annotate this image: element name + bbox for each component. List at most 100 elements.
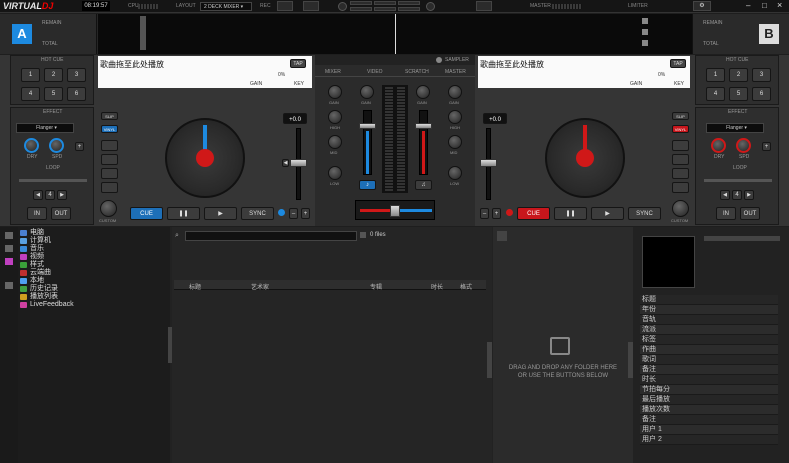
deck-a-pitch-fader-cap[interactable]	[290, 159, 307, 167]
deck-a-cue-button[interactable]: CUE	[130, 207, 163, 220]
list-collapse-handle[interactable]	[487, 342, 492, 378]
deck-b-vinyl-button[interactable]: VINYL	[672, 125, 689, 133]
info-rating-bar[interactable]	[704, 236, 780, 241]
tree-item-cloud[interactable]: 云端曲	[18, 269, 170, 277]
broadcast-icon[interactable]	[476, 1, 492, 11]
deck-b-side-btn-4[interactable]	[672, 182, 689, 193]
deck-a-pause-button[interactable]: ❚❚	[167, 207, 200, 220]
deck-a-out-button[interactable]: OUT	[51, 207, 71, 220]
mixer-a-gain-knob[interactable]	[328, 85, 342, 99]
column-header-artist[interactable]: 艺术家	[251, 282, 269, 291]
deck-b-sync-button[interactable]: SYNC	[628, 207, 661, 220]
mixer-b-headphone-button[interactable]: ♫	[415, 180, 432, 190]
deck-b-tap-button[interactable]: TAP	[670, 59, 686, 68]
crossfader-b-icon[interactable]	[426, 2, 435, 11]
deck-b-pad-2[interactable]: 2	[729, 68, 748, 82]
layout-bar-5[interactable]	[374, 7, 396, 11]
mixer-tab-master[interactable]: MASTER	[445, 69, 466, 75]
mixer-a-low-knob[interactable]	[328, 166, 342, 180]
deck-b-loop-size[interactable]: 4	[732, 190, 742, 200]
crossfader-cap[interactable]	[390, 205, 400, 217]
deck-b-loop-prev[interactable]: ◀	[720, 190, 730, 200]
deck-b-effect-select[interactable]: Flanger ▾	[706, 123, 764, 133]
mixer-a-channel-gain-knob[interactable]	[360, 85, 374, 99]
search-options-icon[interactable]	[360, 232, 366, 238]
tree-item-computer[interactable]: 电脑	[18, 229, 170, 237]
deck-a-pad-2[interactable]: 2	[44, 68, 63, 82]
mixer-b-volume-cap[interactable]	[415, 123, 432, 129]
deck-b-pad-1[interactable]: 1	[706, 68, 725, 82]
mixer-tab-video[interactable]: VIDEO	[367, 69, 383, 75]
mixer-a-volume-fader[interactable]	[363, 110, 372, 175]
mixer-b-mid-knob[interactable]	[448, 135, 462, 149]
tree-item-video[interactable]: 视频	[18, 253, 170, 261]
sideview-icon[interactable]	[497, 231, 507, 241]
folder-icon[interactable]	[5, 245, 13, 252]
column-header-album[interactable]: 专辑	[370, 282, 382, 291]
mixer-tab-scratch[interactable]: SCRATCH	[405, 69, 429, 75]
minimize-icon[interactable]: –	[746, 1, 750, 10]
maximize-icon[interactable]: □	[762, 1, 767, 10]
deck-b-side-btn-1[interactable]	[672, 140, 689, 151]
waveform-zoom-in-icon[interactable]	[642, 18, 648, 24]
deck-a-loop-prev[interactable]: ◀	[33, 190, 43, 200]
tree-item-pc[interactable]: 计算机	[18, 237, 170, 245]
filter-icon[interactable]	[5, 258, 13, 265]
deck-a-play-button[interactable]: ▶	[204, 207, 237, 220]
settings-gear-icon[interactable]: ⚙	[693, 1, 711, 11]
layout-bar-3[interactable]	[398, 1, 420, 5]
deck-a-vinyl-button[interactable]: VINYL	[101, 125, 118, 133]
column-header-format[interactable]: 格式	[460, 282, 472, 291]
mixer-a-volume-cap[interactable]	[359, 123, 376, 129]
tree-item-local[interactable]: 本地	[18, 277, 170, 285]
deck-a-pitch-minus[interactable]: –	[289, 208, 298, 219]
waveform-zoom-icon[interactable]	[642, 29, 648, 35]
deck-b-side-btn-3[interactable]	[672, 168, 689, 179]
deck-a-fx-add-button[interactable]: +	[75, 142, 84, 151]
deck-b-pitch-plus[interactable]: +	[492, 208, 501, 219]
deck-a-fx-knob-1[interactable]	[24, 138, 39, 153]
deck-a-tap-button[interactable]: TAP	[290, 59, 306, 68]
mixer-a-headphone-button[interactable]: ♪	[359, 180, 376, 190]
layout-bar-2[interactable]	[374, 1, 396, 5]
deck-b-slip-button[interactable]: SLIP	[672, 112, 689, 120]
waveform-zoom-out-icon[interactable]	[642, 40, 648, 46]
deck-b-fx-knob-1[interactable]	[711, 138, 726, 153]
deck-a-fx-knob-2[interactable]	[49, 138, 64, 153]
layout-select[interactable]: 2 DECK MIXER ▾	[200, 2, 252, 11]
sideview-collapse-handle[interactable]	[628, 342, 633, 378]
deck-b-side-btn-2[interactable]	[672, 154, 689, 165]
deck-b-cue-button[interactable]: CUE	[517, 207, 550, 220]
deck-b-platter[interactable]	[545, 118, 625, 198]
column-header-length[interactable]: 时长	[431, 282, 443, 291]
deck-a-side-btn-3[interactable]	[101, 168, 118, 179]
deck-a-platter[interactable]	[165, 118, 245, 198]
layout-bar-4[interactable]	[350, 7, 372, 11]
search-input[interactable]	[185, 231, 357, 241]
deck-a-side-btn-1[interactable]	[101, 140, 118, 151]
sampler-label[interactable]: SAMPLER	[445, 57, 469, 63]
mixer-b-low-knob[interactable]	[448, 166, 462, 180]
deck-a-side-btn-4[interactable]	[101, 182, 118, 193]
deck-a-slip-button[interactable]: SLIP	[101, 112, 118, 120]
deck-a-loop-size[interactable]: 4	[45, 190, 55, 200]
column-header-title[interactable]: 标题	[189, 282, 201, 291]
mixer-tab-mixer[interactable]: MIXER	[325, 69, 341, 75]
deck-b-loop-next[interactable]: ▶	[744, 190, 754, 200]
deck-a-master-tempo-knob[interactable]	[100, 200, 117, 217]
mixer-b-volume-fader[interactable]	[419, 110, 428, 175]
star-icon[interactable]	[5, 232, 13, 239]
layout-bar-6[interactable]	[398, 7, 420, 11]
mixer-a-high-knob[interactable]	[328, 110, 342, 124]
deck-b-in-button[interactable]: IN	[716, 207, 736, 220]
tree-item-playlists[interactable]: 播放列表	[18, 293, 170, 301]
monitor-icon[interactable]	[277, 1, 293, 11]
deck-a-loop-next[interactable]: ▶	[57, 190, 67, 200]
layout-bar-1[interactable]	[350, 1, 372, 5]
deck-b-pad-4[interactable]: 4	[706, 87, 725, 101]
deck-a-pitch-plus[interactable]: +	[301, 208, 310, 219]
deck-a-pad-4[interactable]: 4	[21, 87, 40, 101]
deck-b-pitch-fader-cap[interactable]	[480, 159, 497, 167]
deck-a-nudge-left[interactable]: ◀	[282, 159, 289, 167]
deck-a-pad-3[interactable]: 3	[67, 68, 86, 82]
